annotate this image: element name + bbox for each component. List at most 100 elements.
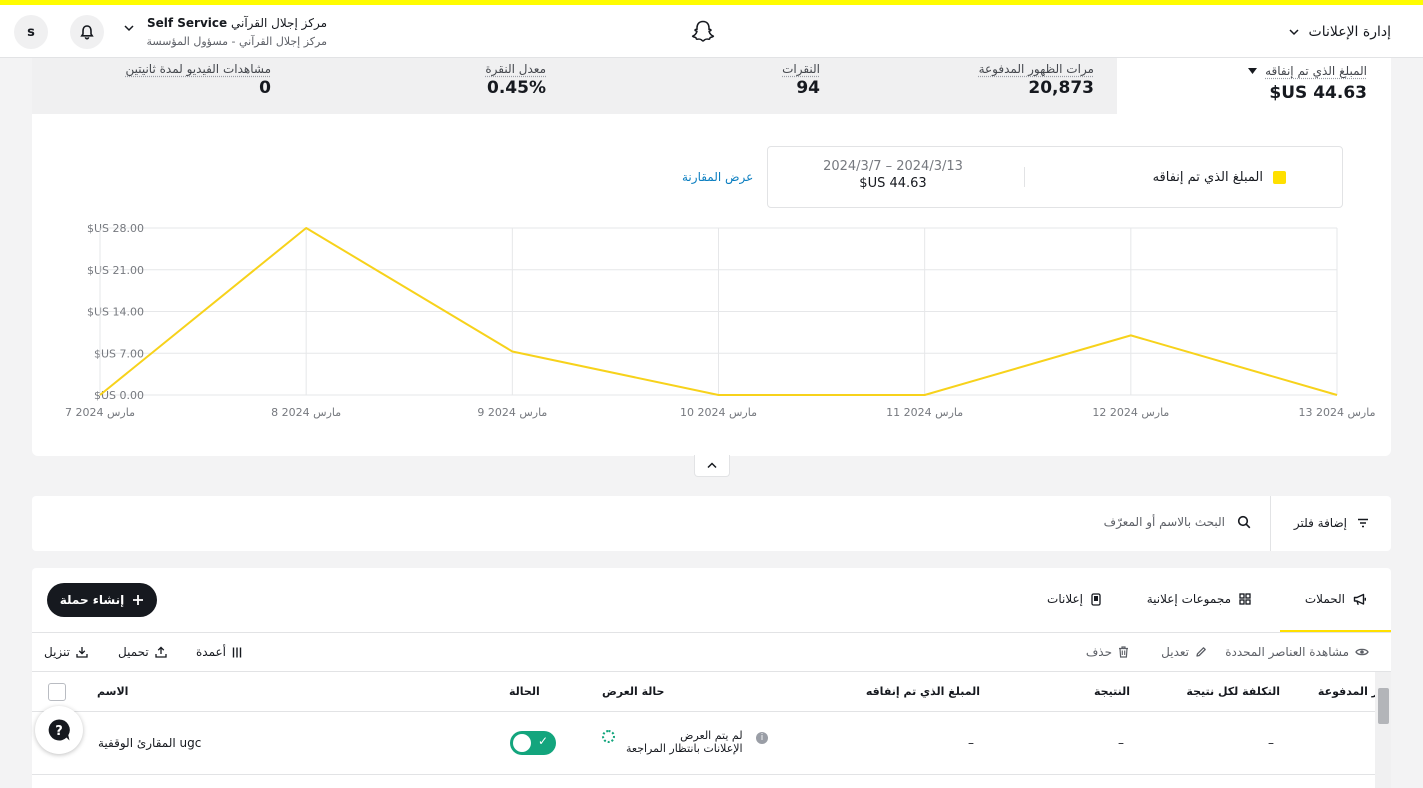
chevron-down-icon bbox=[124, 24, 134, 32]
campaign-name[interactable]: المقارئ الوقفية ugc bbox=[98, 736, 201, 750]
metric-spend-selector[interactable]: المبلغ الذي تم إنفاقه $US 44.63 bbox=[1117, 58, 1391, 114]
status-toggle[interactable]: ✓ bbox=[510, 731, 556, 755]
metric-label: مرات الظهور المدفوعة bbox=[979, 62, 1094, 76]
metric-video-views[interactable]: مشاهدات الفيديو لمدة ثانيتين 0 bbox=[125, 62, 271, 98]
metric-impressions[interactable]: مرات الظهور المدفوعة 20,873 bbox=[979, 62, 1094, 98]
help-icon: ? bbox=[46, 717, 72, 743]
chevron-up-icon bbox=[707, 462, 717, 469]
x-tick-label: 8 مارس 2024 bbox=[271, 406, 341, 419]
notifications-button[interactable] bbox=[70, 15, 104, 49]
metric-value: 94 bbox=[782, 78, 820, 98]
pencil-icon bbox=[1195, 646, 1207, 658]
metric-value: 0.45% bbox=[485, 78, 546, 98]
search-box[interactable]: البحث بالاسم أو المعرّف bbox=[1104, 515, 1251, 529]
delivery-main: لم يتم العرض bbox=[626, 729, 743, 742]
download-icon bbox=[76, 646, 88, 658]
top-bar: s مركز إجلال القرآني Self Service مركز إ… bbox=[0, 5, 1423, 58]
row-divider bbox=[32, 774, 1375, 775]
x-tick-label: 13 مارس 2024 bbox=[1299, 406, 1376, 419]
tab-label: مجموعات إعلانية bbox=[1147, 592, 1231, 606]
column-header-status[interactable]: الحالة bbox=[509, 685, 540, 698]
y-tick-label: $US 21.00 bbox=[87, 264, 144, 277]
upload-icon bbox=[155, 646, 167, 658]
svg-text:?: ? bbox=[55, 724, 63, 739]
y-tick-label: $US 28.00 bbox=[87, 222, 144, 235]
row-result: – bbox=[1118, 736, 1124, 750]
add-filter-button[interactable]: إضافة فلتر bbox=[1294, 516, 1369, 530]
add-filter-label: إضافة فلتر bbox=[1294, 516, 1347, 530]
delivery-sub: الإعلانات بانتظار المراجعة bbox=[626, 742, 743, 755]
view-selected-label: مشاهدة العناصر المحددة bbox=[1225, 645, 1349, 659]
app-menu[interactable]: إدارة الإعلانات bbox=[1289, 22, 1391, 42]
check-icon: ✓ bbox=[538, 734, 548, 748]
table-scrollbar[interactable] bbox=[1375, 672, 1391, 788]
metric-label: النقرات bbox=[782, 62, 820, 76]
chart-card: المبلغ الذي تم إنفاقه 2024/3/7 – 2024/3/… bbox=[32, 114, 1391, 456]
y-tick-label: $US 14.00 bbox=[87, 306, 144, 319]
toggle-knob bbox=[513, 734, 531, 752]
org-subtitle: مركز إجلال القرآني - مسؤول المؤسسة bbox=[146, 35, 327, 48]
column-header-result[interactable]: النتيجة bbox=[1094, 685, 1130, 698]
metric-value: $US 44.63 bbox=[1269, 83, 1367, 103]
info-icon[interactable]: i bbox=[756, 732, 768, 744]
avatar[interactable]: s bbox=[14, 15, 48, 49]
filter-icon bbox=[1357, 518, 1369, 528]
upload-button[interactable]: تحميل bbox=[118, 645, 167, 659]
org-name-line: مركز إجلال القرآني Self Service bbox=[147, 16, 327, 30]
tab-campaigns[interactable]: الحملات bbox=[1280, 568, 1391, 632]
row-spend: – bbox=[968, 736, 974, 750]
tab-campaigns-inner: الحملات bbox=[1305, 592, 1367, 606]
table-row[interactable]: المقارئ الوقفية ugc ✓ لم يتم العرض الإعل… bbox=[32, 712, 1375, 774]
metric-swipe-rate[interactable]: معدل النقرة 0.45% bbox=[485, 62, 546, 98]
column-header-delivery[interactable]: حالة العرض bbox=[602, 685, 664, 698]
select-all-checkbox[interactable] bbox=[48, 683, 66, 701]
column-header-name[interactable]: الاسم bbox=[97, 685, 128, 698]
tab-ads[interactable]: إعلانات bbox=[1047, 592, 1101, 606]
column-header-spend[interactable]: المبلغ الذي تم إنفاقه bbox=[866, 685, 980, 698]
row-cost: – bbox=[1268, 736, 1274, 750]
help-button[interactable]: ? bbox=[35, 706, 83, 754]
search-icon bbox=[1237, 515, 1251, 529]
metric-label: معدل النقرة bbox=[485, 62, 546, 76]
x-tick-label: 11 مارس 2024 bbox=[886, 406, 963, 419]
create-campaign-label: إنشاء حملة bbox=[60, 593, 125, 607]
org-name: مركز إجلال القرآني bbox=[231, 16, 327, 30]
snapchat-ghost-icon[interactable] bbox=[690, 19, 716, 45]
x-tick-label: 9 مارس 2024 bbox=[477, 406, 547, 419]
chevron-down-icon bbox=[1289, 28, 1299, 36]
download-button[interactable]: تنزيل bbox=[44, 645, 88, 659]
tab-label: إعلانات bbox=[1047, 592, 1083, 606]
tab-label: الحملات bbox=[1305, 592, 1345, 606]
caret-down-icon bbox=[1248, 68, 1257, 75]
filter-divider bbox=[1270, 496, 1271, 551]
download-label: تنزيل bbox=[44, 645, 70, 659]
tab-ad-sets[interactable]: مجموعات إعلانية bbox=[1147, 592, 1251, 606]
plus-icon bbox=[132, 594, 144, 606]
delete-button[interactable]: حذف bbox=[1086, 645, 1129, 659]
org-tag: Self Service bbox=[147, 16, 227, 30]
columns-button[interactable]: أعمدة bbox=[196, 645, 242, 659]
columns-label: أعمدة bbox=[196, 645, 226, 659]
x-tick-label: 7 مارس 2024 bbox=[65, 406, 135, 419]
eye-icon bbox=[1355, 647, 1369, 657]
megaphone-icon bbox=[1353, 593, 1367, 606]
collapse-chart-button[interactable] bbox=[694, 455, 730, 477]
edit-button[interactable]: تعديل bbox=[1161, 645, 1207, 659]
x-tick-label: 12 مارس 2024 bbox=[1092, 406, 1169, 419]
scrollbar-thumb[interactable] bbox=[1378, 688, 1389, 724]
x-tick-label: 10 مارس 2024 bbox=[680, 406, 757, 419]
bell-icon bbox=[79, 24, 95, 40]
create-campaign-button[interactable]: إنشاء حملة bbox=[47, 583, 157, 617]
metric-swipes[interactable]: النقرات 94 bbox=[782, 62, 820, 98]
metrics-strip: مرات الظهور المدفوعة 20,873 النقرات 94 م… bbox=[32, 58, 1117, 114]
pending-icon bbox=[602, 730, 615, 743]
metric-label: مشاهدات الفيديو لمدة ثانيتين bbox=[125, 62, 271, 76]
column-header-paid[interactable]: ر المدفوعة bbox=[1318, 685, 1378, 698]
y-tick-label: $US 0.00 bbox=[94, 389, 144, 402]
metric-value: 20,873 bbox=[979, 78, 1094, 98]
org-switcher[interactable]: مركز إجلال القرآني Self Service مركز إجل… bbox=[120, 14, 335, 50]
column-header-cost-per-result[interactable]: التكلفة لكل نتيجة bbox=[1186, 685, 1280, 698]
view-selected-button[interactable]: مشاهدة العناصر المحددة bbox=[1225, 645, 1369, 659]
search-input[interactable]: البحث بالاسم أو المعرّف bbox=[1104, 515, 1225, 529]
spend-line-chart: $US 0.00 $US 7.00 $US 14.00 $US 21.00 $US 28… bbox=[32, 114, 1391, 456]
